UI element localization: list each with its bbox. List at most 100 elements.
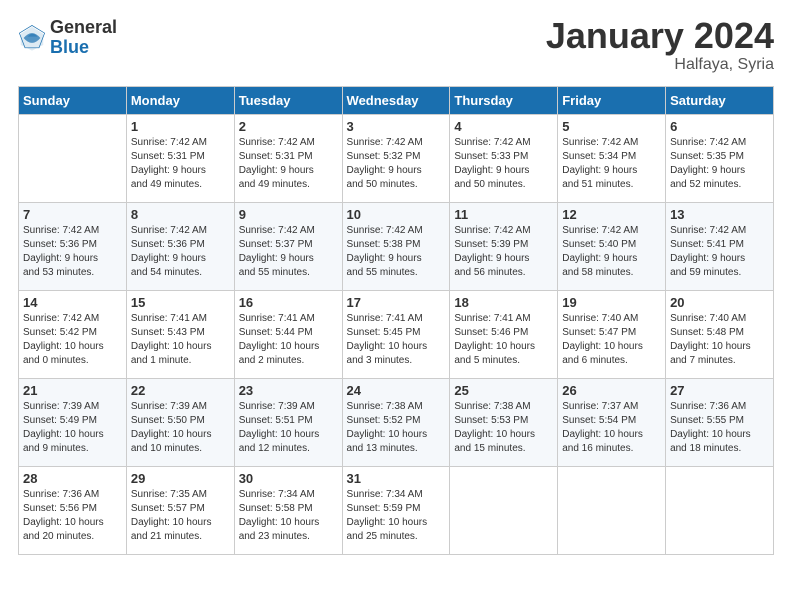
day-info: Sunrise: 7:42 AMSunset: 5:40 PMDaylight:… [562,224,661,280]
calendar-cell: 1 Sunrise: 7:42 AMSunset: 5:31 PMDaylight… [126,115,234,203]
day-info: Sunrise: 7:42 AMSunset: 5:42 PMDaylight:… [23,312,122,368]
day-info: Sunrise: 7:41 AMSunset: 5:44 PMDaylight:… [239,312,338,368]
weekday-header-tuesday: Tuesday [234,87,342,115]
calendar-cell: 30 Sunrise: 7:34 AMSunset: 5:58 PMDayligh… [234,467,342,555]
day-info: Sunrise: 7:34 AMSunset: 5:59 PMDaylight:… [347,488,446,544]
day-number: 15 [131,295,230,310]
calendar-cell: 28Sunrise: 7:36 AMSunset: 5:56 PMDayligh… [19,467,127,555]
calendar-cell: 26 Sunrise: 7:37 AMSunset: 5:54 PMDayligh… [558,379,666,467]
day-number: 16 [239,295,338,310]
calendar-cell [19,115,127,203]
calendar-cell: 14 Sunrise: 7:42 AMSunset: 5:42 PMDayligh… [19,291,127,379]
day-number: 8 [131,207,230,222]
day-info: Sunrise: 7:41 AMSunset: 5:45 PMDaylight:… [347,312,446,368]
day-info: Sunrise: 7:42 AMSunset: 5:37 PMDaylight:… [239,224,338,280]
calendar-cell: 25Sunrise: 7:38 AMSunset: 5:53 PMDayligh… [450,379,558,467]
calendar-cell: 10 Sunrise: 7:42 AMSunset: 5:38 PMDayligh… [342,203,450,291]
day-number: 7 [23,207,122,222]
calendar-cell: 15 Sunrise: 7:41 AMSunset: 5:43 PMDayligh… [126,291,234,379]
day-info: Sunrise: 7:42 AMSunset: 5:31 PMDaylight:… [239,136,338,192]
day-number: 10 [347,207,446,222]
day-number: 1 [131,119,230,134]
calendar-cell: 31 Sunrise: 7:34 AMSunset: 5:59 PMDayligh… [342,467,450,555]
calendar-cell: 19 Sunrise: 7:40 AMSunset: 5:47 PMDayligh… [558,291,666,379]
calendar-cell: 5Sunrise: 7:42 AMSunset: 5:34 PMDaylight… [558,115,666,203]
day-number: 29 [131,471,230,486]
day-number: 21 [23,383,122,398]
day-number: 25 [454,383,553,398]
day-info: Sunrise: 7:39 AMSunset: 5:49 PMDaylight:… [23,400,122,456]
calendar-cell: 7Sunrise: 7:42 AMSunset: 5:36 PMDaylight… [19,203,127,291]
day-info: Sunrise: 7:36 AMSunset: 5:55 PMDaylight:… [670,400,769,456]
calendar-cell: 18 Sunrise: 7:41 AMSunset: 5:46 PMDayligh… [450,291,558,379]
logo-text: General Blue [50,18,117,58]
calendar-cell: 2 Sunrise: 7:42 AMSunset: 5:31 PMDaylight… [234,115,342,203]
week-row-2: 7 Sunrise: 7:42 AMSunset: 5:36 PMDaylight… [19,203,774,291]
day-info: Sunrise: 7:42 AMSunset: 5:31 PMDaylight:… [131,136,230,192]
day-info: Sunrise: 7:40 AMSunset: 5:47 PMDaylight:… [562,312,661,368]
day-number: 4 [454,119,553,134]
day-info: Sunrise: 7:42 AMSunset: 5:35 PMDaylight:… [670,136,769,192]
day-info: Sunrise: 7:42 AMSunset: 5:36 PMDaylight:… [131,224,230,280]
day-number: 31 [347,471,446,486]
logo-general: General [50,18,117,38]
calendar-cell: 20Sunrise: 7:40 AMSunset: 5:48 PMDayligh… [666,291,774,379]
day-number: 22 [131,383,230,398]
day-info: Sunrise: 7:42 AMSunset: 5:32 PMDaylight:… [347,136,446,192]
day-info: Sunrise: 7:42 AMSunset: 5:38 PMDaylight:… [347,224,446,280]
logo: General Blue [18,18,117,58]
page: General Blue January 2024 Halfaya, Syria… [0,0,792,612]
calendar-table: SundayMondayTuesdayWednesdayThursdayFrid… [18,86,774,555]
week-row-4: 21 Sunrise: 7:39 AMSunset: 5:49 PMDayligh… [19,379,774,467]
day-info: Sunrise: 7:41 AMSunset: 5:46 PMDaylight:… [454,312,553,368]
day-number: 14 [23,295,122,310]
day-info: Sunrise: 7:41 AMSunset: 5:43 PMDaylight:… [131,312,230,368]
week-row-3: 14 Sunrise: 7:42 AMSunset: 5:42 PMDayligh… [19,291,774,379]
calendar-cell [558,467,666,555]
day-number: 19 [562,295,661,310]
day-number: 12 [562,207,661,222]
weekday-header-thursday: Thursday [450,87,558,115]
day-info: Sunrise: 7:34 AMSunset: 5:58 PMDaylight:… [239,488,338,544]
day-number: 26 [562,383,661,398]
day-number: 24 [347,383,446,398]
day-info: Sunrise: 7:35 AMSunset: 5:57 PMDaylight:… [131,488,230,544]
week-row-5: 28Sunrise: 7:36 AMSunset: 5:56 PMDayligh… [19,467,774,555]
day-number: 9 [239,207,338,222]
header: General Blue January 2024 Halfaya, Syria [18,18,774,74]
day-number: 3 [347,119,446,134]
calendar-cell: 11Sunrise: 7:42 AMSunset: 5:39 PMDayligh… [450,203,558,291]
calendar-cell: 16 Sunrise: 7:41 AMSunset: 5:44 PMDayligh… [234,291,342,379]
calendar-cell: 4Sunrise: 7:42 AMSunset: 5:33 PMDaylight… [450,115,558,203]
calendar-cell: 21 Sunrise: 7:39 AMSunset: 5:49 PMDayligh… [19,379,127,467]
calendar-cell: 29 Sunrise: 7:35 AMSunset: 5:57 PMDayligh… [126,467,234,555]
day-number: 13 [670,207,769,222]
day-info: Sunrise: 7:42 AMSunset: 5:34 PMDaylight:… [562,136,661,192]
calendar-cell: 8 Sunrise: 7:42 AMSunset: 5:36 PMDaylight… [126,203,234,291]
day-number: 23 [239,383,338,398]
logo-icon [18,24,46,52]
weekday-header-sunday: Sunday [19,87,127,115]
day-number: 27 [670,383,769,398]
calendar-cell: 6Sunrise: 7:42 AMSunset: 5:35 PMDaylight… [666,115,774,203]
logo-blue: Blue [50,38,117,58]
day-number: 30 [239,471,338,486]
day-info: Sunrise: 7:39 AMSunset: 5:51 PMDaylight:… [239,400,338,456]
calendar-cell [450,467,558,555]
day-number: 2 [239,119,338,134]
title-block: January 2024 Halfaya, Syria [546,18,774,74]
weekday-header-friday: Friday [558,87,666,115]
day-number: 28 [23,471,122,486]
month-title: January 2024 [546,18,774,54]
day-number: 11 [454,207,553,222]
calendar-cell: 3 Sunrise: 7:42 AMSunset: 5:32 PMDaylight… [342,115,450,203]
weekday-header-row: SundayMondayTuesdayWednesdayThursdayFrid… [19,87,774,115]
day-info: Sunrise: 7:37 AMSunset: 5:54 PMDaylight:… [562,400,661,456]
calendar-cell: 13Sunrise: 7:42 AMSunset: 5:41 PMDayligh… [666,203,774,291]
day-number: 20 [670,295,769,310]
calendar-cell: 12 Sunrise: 7:42 AMSunset: 5:40 PMDayligh… [558,203,666,291]
calendar-cell: 24Sunrise: 7:38 AMSunset: 5:52 PMDayligh… [342,379,450,467]
day-number: 17 [347,295,446,310]
day-number: 18 [454,295,553,310]
calendar-cell: 17 Sunrise: 7:41 AMSunset: 5:45 PMDayligh… [342,291,450,379]
